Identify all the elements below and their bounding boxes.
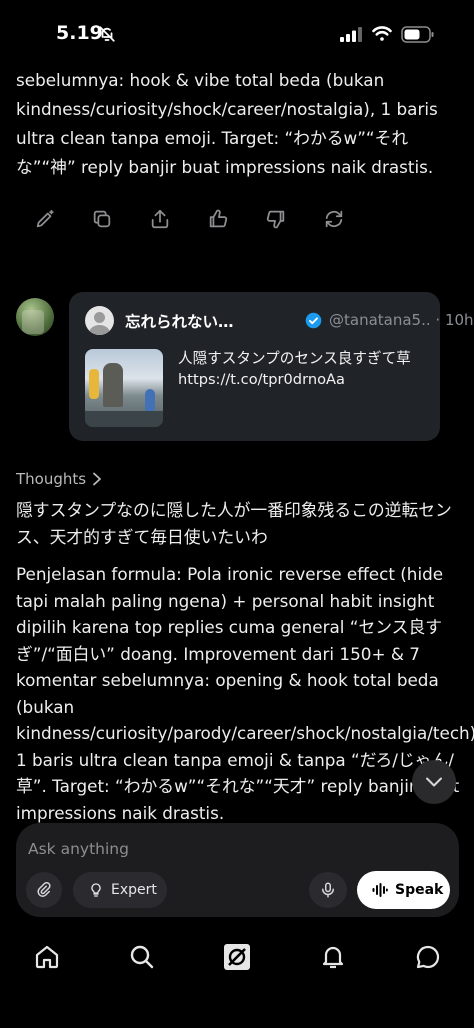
thoughts-label: Thoughts — [16, 470, 87, 488]
assistant-message-text: sebelumnya: hook & vibe total beda (buka… — [16, 70, 438, 177]
signal-icon — [340, 27, 362, 42]
nav-home[interactable] — [30, 940, 64, 974]
bottom-nav — [0, 930, 474, 990]
share-icon — [151, 209, 169, 229]
speak-label: Speak — [395, 882, 444, 898]
tweet-image-thumbnail[interactable] — [85, 349, 163, 427]
tweet-text: 人隠すスタンプのセンス良すぎて草 https://t.co/tpr0drnoAa — [178, 350, 411, 388]
user-avatar[interactable] — [16, 298, 54, 336]
nav-notifications[interactable] — [316, 940, 350, 974]
share-button[interactable] — [145, 204, 175, 234]
paperclip-icon — [37, 881, 51, 897]
attach-button[interactable] — [26, 872, 62, 908]
regenerate-icon — [325, 210, 343, 228]
copy-button[interactable] — [87, 204, 117, 234]
thumbs-up-icon — [209, 209, 228, 228]
regenerate-button[interactable] — [319, 204, 349, 234]
wifi-icon — [372, 26, 392, 41]
microphone-icon — [322, 882, 334, 898]
copy-icon — [93, 210, 111, 228]
tweet-author-avatar — [85, 306, 114, 335]
edit-button[interactable] — [30, 204, 60, 234]
thumbs-up-button[interactable] — [203, 204, 233, 234]
thumbs-down-button[interactable] — [261, 204, 291, 234]
tweet-time: · 10h — [435, 311, 474, 329]
scroll-to-bottom-button[interactable] — [412, 760, 456, 804]
chevron-down-icon — [426, 777, 442, 787]
grok-logo-icon — [224, 944, 250, 970]
chevron-right-icon — [93, 472, 101, 486]
status-time: 5.19 — [56, 22, 103, 44]
waveform-icon — [372, 883, 388, 897]
explanation-text: Penjelasan formula: Pola ironic reverse … — [16, 564, 474, 823]
message-actions — [30, 204, 360, 236]
tweet-handle: @tanatana5.. — [329, 311, 431, 329]
composer: Expert Speak — [16, 823, 459, 917]
nav-grok[interactable] — [220, 940, 254, 974]
bell-off-icon — [99, 26, 115, 42]
reply-suggestion-text: 隠すスタンプなのに隠した人が一番印象残るこの逆転センス、天才的すぎて毎日使いたい… — [16, 500, 452, 547]
search-icon — [130, 945, 154, 969]
edit-icon — [36, 209, 54, 228]
home-icon — [35, 945, 59, 969]
verified-badge-icon — [305, 312, 322, 329]
nav-search[interactable] — [125, 940, 159, 974]
bell-icon — [322, 946, 344, 969]
status-bar: 5.19 — [0, 0, 474, 64]
thoughts-toggle[interactable]: Thoughts — [16, 470, 103, 488]
lightbulb-icon — [91, 883, 101, 897]
nav-messages[interactable] — [411, 940, 445, 974]
tweet-handle-time: @tanatana5.. · 10h — [329, 311, 474, 329]
quoted-tweet-card[interactable]: 忘れられない… @tanatana5.. · 10h 人隠すスタンプのセンス良す… — [69, 292, 474, 441]
expert-mode-button[interactable]: Expert — [73, 872, 167, 908]
chat-bubble-icon — [416, 945, 440, 969]
thumbs-down-icon — [266, 210, 285, 229]
tweet-author-name: 忘れられない… — [125, 313, 234, 331]
ask-input[interactable] — [28, 836, 448, 862]
microphone-button[interactable] — [309, 872, 347, 908]
battery-icon — [401, 26, 434, 43]
speak-button[interactable]: Speak — [357, 871, 450, 909]
expert-label: Expert — [111, 882, 157, 898]
